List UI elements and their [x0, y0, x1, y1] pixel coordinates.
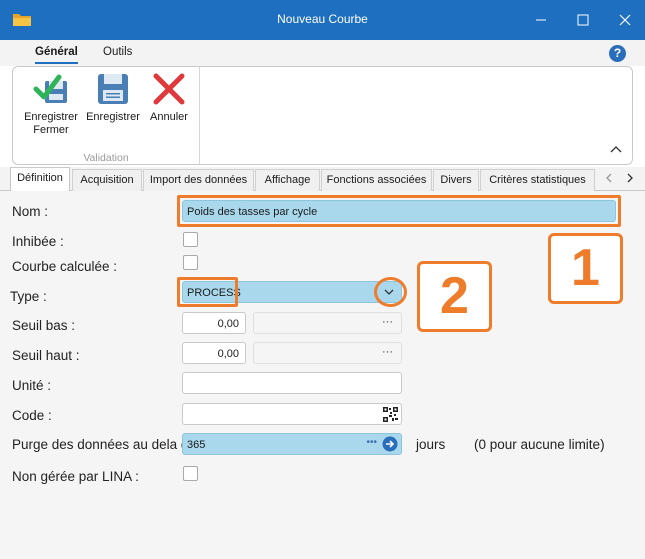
tab-divers[interactable]: Divers	[433, 169, 479, 191]
seuil-bas-ellipsis[interactable]: ···	[382, 316, 393, 328]
chevron-left-icon[interactable]	[603, 172, 615, 184]
ribbon-panel: Enregistrer Fermer Enregistrer Annuler V…	[12, 66, 633, 165]
minimize-icon[interactable]	[530, 9, 552, 31]
seuil-bas-picker[interactable]: ···	[253, 312, 402, 334]
purge-unit: jours	[416, 437, 446, 452]
cancel-button[interactable]: Annuler	[145, 71, 193, 124]
highlight-type	[177, 277, 238, 307]
save-icon	[98, 74, 128, 104]
highlight-nom	[177, 195, 621, 227]
purge-hint: (0 pour aucune limite)	[474, 437, 605, 452]
tab-fonctions[interactable]: Fonctions associées	[321, 169, 432, 191]
ribbon-tab-bar: Général Outils	[0, 40, 645, 66]
seuil-haut-input[interactable]: 0,00	[182, 342, 246, 364]
save-close-button[interactable]: Enregistrer Fermer	[21, 71, 81, 137]
qr-code-icon[interactable]	[383, 407, 398, 422]
close-icon[interactable]	[614, 9, 636, 31]
highlight-type-dropdown	[374, 277, 407, 307]
ribbon-tab-general[interactable]: Général	[35, 46, 78, 64]
ribbon-separator	[199, 67, 200, 165]
purge-input[interactable]: 365 •••	[182, 433, 402, 455]
help-icon[interactable]: ?	[609, 45, 626, 62]
save-button[interactable]: Enregistrer	[85, 71, 141, 124]
purge-value: 365	[187, 439, 206, 451]
arrow-right-circle-icon[interactable]	[382, 436, 398, 452]
courbe-calculee-label: Courbe calculée :	[12, 259, 118, 274]
save-check-icon	[33, 74, 67, 103]
seuil-haut-label: Seuil haut :	[12, 348, 80, 363]
definition-form: Nom : Poids des tasses par cycle Inhibée…	[0, 191, 645, 559]
chevron-up-icon[interactable]	[609, 143, 623, 155]
code-label: Code :	[12, 408, 52, 423]
save-close-label-2: Fermer	[33, 124, 69, 136]
save-close-label-1: Enregistrer	[24, 111, 78, 123]
save-label: Enregistrer	[86, 111, 140, 123]
seuil-haut-ellipsis[interactable]: ···	[382, 346, 393, 358]
ribbon-tab-outils[interactable]: Outils	[103, 46, 132, 58]
callout-2: 2	[417, 261, 492, 332]
seuil-bas-input[interactable]: 0,00	[182, 312, 246, 334]
non-geree-checkbox[interactable]	[183, 466, 198, 481]
inhibee-label: Inhibée :	[12, 234, 64, 249]
seuil-haut-picker[interactable]: ···	[253, 342, 402, 364]
tab-definition[interactable]: Définition	[10, 167, 70, 191]
ribbon-group-label: Validation	[83, 152, 129, 164]
property-tabs: Définition Acquisition Import des donnée…	[0, 167, 645, 191]
code-input[interactable]	[182, 403, 402, 425]
tab-import[interactable]: Import des données	[143, 169, 254, 191]
purge-dots[interactable]: •••	[366, 437, 377, 448]
tab-affichage[interactable]: Affichage	[255, 169, 320, 191]
cancel-x-icon	[153, 73, 185, 105]
type-label: Type :	[10, 289, 47, 304]
purge-label: Purge des données au dela de	[12, 437, 182, 452]
cancel-label: Annuler	[150, 111, 188, 123]
nom-label: Nom :	[12, 204, 49, 219]
seuil-bas-label: Seuil bas :	[12, 318, 76, 333]
courbe-calculee-checkbox[interactable]	[183, 255, 198, 270]
title-bar: Nouveau Courbe	[0, 0, 645, 40]
unite-input[interactable]	[182, 372, 402, 394]
inhibee-checkbox[interactable]	[183, 232, 198, 247]
maximize-icon[interactable]	[572, 9, 594, 31]
tab-criteres[interactable]: Critères statistiques	[480, 169, 595, 191]
tab-acquisition[interactable]: Acquisition	[72, 169, 142, 191]
non-geree-label: Non gérée par LINA :	[12, 469, 139, 484]
callout-1: 1	[548, 233, 623, 304]
chevron-right-icon[interactable]	[624, 172, 636, 184]
unite-label: Unité :	[12, 378, 52, 393]
